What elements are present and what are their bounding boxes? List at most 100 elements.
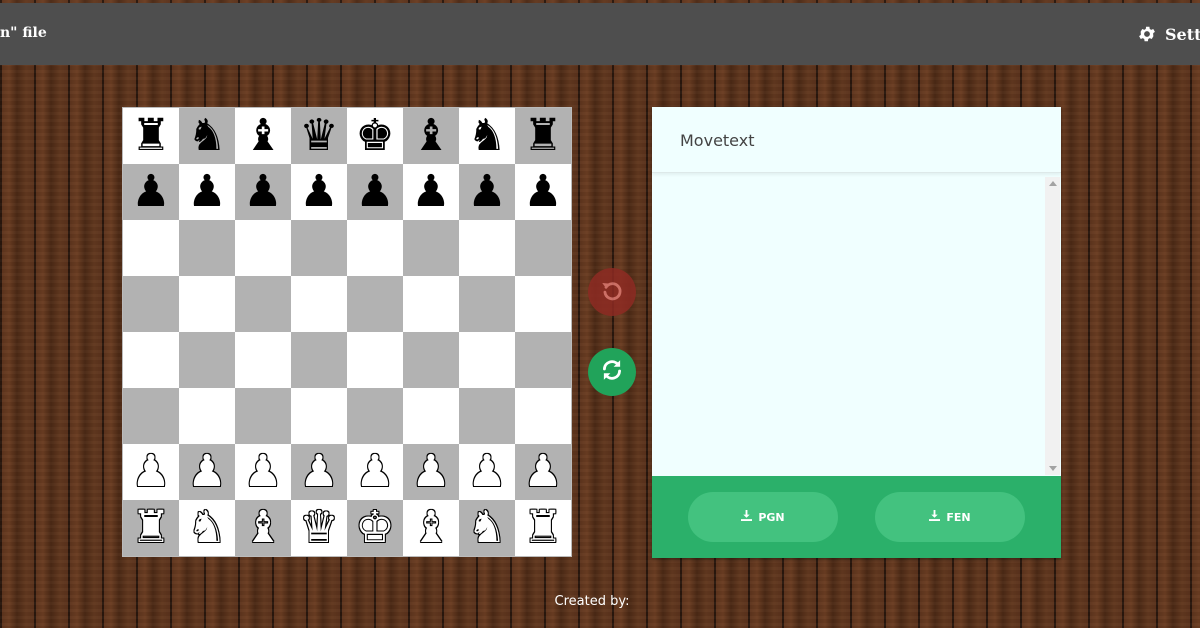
square-g4[interactable] [459,332,515,388]
black-bishop-piece[interactable]: ♝ [243,114,282,158]
black-queen-piece[interactable]: ♛ [299,114,338,158]
square-c6[interactable] [235,220,291,276]
square-g2[interactable]: ♟ [459,444,515,500]
navbar-link-file[interactable]: n" file [0,25,47,41]
square-c2[interactable]: ♟ [235,444,291,500]
square-b7[interactable]: ♟ [179,164,235,220]
white-rook-piece[interactable]: ♜ [131,506,170,550]
square-g7[interactable]: ♟ [459,164,515,220]
square-g8[interactable]: ♞ [459,108,515,164]
square-b2[interactable]: ♟ [179,444,235,500]
settings-menu[interactable]: Sett [1137,24,1200,44]
download-fen-button[interactable]: FEN [875,492,1025,542]
square-c5[interactable] [235,276,291,332]
square-f8[interactable]: ♝ [403,108,459,164]
square-h4[interactable] [515,332,571,388]
white-pawn-piece[interactable]: ♟ [523,450,562,494]
black-pawn-piece[interactable]: ♟ [467,170,506,214]
black-knight-piece[interactable]: ♞ [467,114,506,158]
square-d4[interactable] [291,332,347,388]
square-c1[interactable]: ♝ [235,500,291,556]
square-a7[interactable]: ♟ [123,164,179,220]
square-f2[interactable]: ♟ [403,444,459,500]
square-c3[interactable] [235,388,291,444]
square-g6[interactable] [459,220,515,276]
square-e7[interactable]: ♟ [347,164,403,220]
white-pawn-piece[interactable]: ♟ [131,450,170,494]
square-f4[interactable] [403,332,459,388]
white-pawn-piece[interactable]: ♟ [467,450,506,494]
square-a8[interactable]: ♜ [123,108,179,164]
square-d1[interactable]: ♛ [291,500,347,556]
black-pawn-piece[interactable]: ♟ [243,170,282,214]
square-a5[interactable] [123,276,179,332]
square-e5[interactable] [347,276,403,332]
square-b8[interactable]: ♞ [179,108,235,164]
square-d5[interactable] [291,276,347,332]
square-b5[interactable] [179,276,235,332]
square-h3[interactable] [515,388,571,444]
square-a6[interactable] [123,220,179,276]
square-f7[interactable]: ♟ [403,164,459,220]
white-pawn-piece[interactable]: ♟ [243,450,282,494]
flip-board-button[interactable] [588,348,636,396]
square-e4[interactable] [347,332,403,388]
square-e3[interactable] [347,388,403,444]
chess-board[interactable]: ♜ ♞ ♝ ♛ ♚ ♝ ♞ ♜ ♟ ♟ ♟ ♟ ♟ ♟ ♟ ♟ ♟ ♟ ♟ ♟ ♟ ♟ ♟ ♟ ♜ ♞ ♝ ♛ ♚ ♝ ♞ ♜ [122,107,572,557]
square-c8[interactable]: ♝ [235,108,291,164]
square-d6[interactable] [291,220,347,276]
black-rook-piece[interactable]: ♜ [131,114,170,158]
white-bishop-piece[interactable]: ♝ [243,506,282,550]
square-g5[interactable] [459,276,515,332]
square-e6[interactable] [347,220,403,276]
white-pawn-piece[interactable]: ♟ [187,450,226,494]
square-b4[interactable] [179,332,235,388]
white-queen-piece[interactable]: ♛ [299,506,338,550]
black-king-piece[interactable]: ♚ [355,114,394,158]
square-f1[interactable]: ♝ [403,500,459,556]
black-pawn-piece[interactable]: ♟ [299,170,338,214]
black-pawn-piece[interactable]: ♟ [131,170,170,214]
square-f6[interactable] [403,220,459,276]
undo-button[interactable] [588,268,636,316]
white-rook-piece[interactable]: ♜ [523,506,562,550]
square-h6[interactable] [515,220,571,276]
white-knight-piece[interactable]: ♞ [187,506,226,550]
square-b1[interactable]: ♞ [179,500,235,556]
white-bishop-piece[interactable]: ♝ [411,506,450,550]
square-f5[interactable] [403,276,459,332]
square-e1[interactable]: ♚ [347,500,403,556]
square-c4[interactable] [235,332,291,388]
white-pawn-piece[interactable]: ♟ [411,450,450,494]
square-e2[interactable]: ♟ [347,444,403,500]
square-e8[interactable]: ♚ [347,108,403,164]
black-rook-piece[interactable]: ♜ [523,114,562,158]
square-d8[interactable]: ♛ [291,108,347,164]
white-knight-piece[interactable]: ♞ [467,506,506,550]
white-pawn-piece[interactable]: ♟ [299,450,338,494]
black-bishop-piece[interactable]: ♝ [411,114,450,158]
square-a4[interactable] [123,332,179,388]
square-b6[interactable] [179,220,235,276]
movetext-area[interactable] [652,177,1045,475]
black-knight-piece[interactable]: ♞ [187,114,226,158]
square-b3[interactable] [179,388,235,444]
square-d7[interactable]: ♟ [291,164,347,220]
black-pawn-piece[interactable]: ♟ [411,170,450,214]
square-a2[interactable]: ♟ [123,444,179,500]
scroll-down-icon[interactable] [1049,466,1057,471]
movetext-scrollbar[interactable] [1045,177,1060,475]
square-h7[interactable]: ♟ [515,164,571,220]
square-h5[interactable] [515,276,571,332]
square-c7[interactable]: ♟ [235,164,291,220]
square-a3[interactable] [123,388,179,444]
white-pawn-piece[interactable]: ♟ [355,450,394,494]
black-pawn-piece[interactable]: ♟ [355,170,394,214]
square-h2[interactable]: ♟ [515,444,571,500]
square-d2[interactable]: ♟ [291,444,347,500]
square-h8[interactable]: ♜ [515,108,571,164]
square-d3[interactable] [291,388,347,444]
square-h1[interactable]: ♜ [515,500,571,556]
square-g1[interactable]: ♞ [459,500,515,556]
square-g3[interactable] [459,388,515,444]
